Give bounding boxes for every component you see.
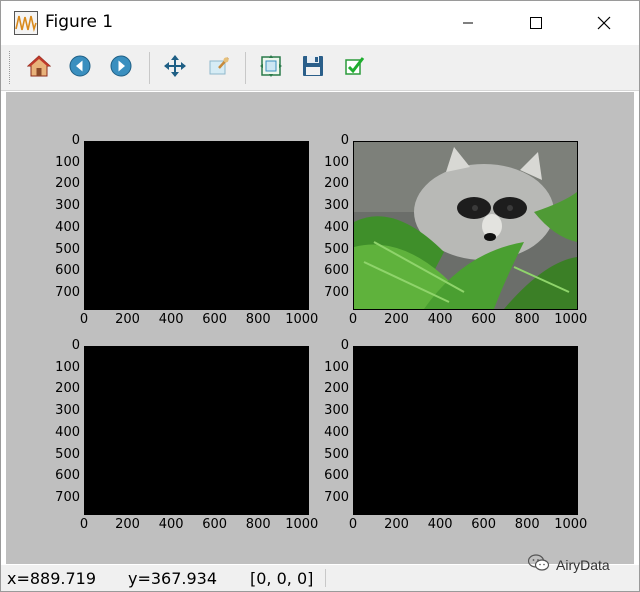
forward-arrow-icon — [109, 54, 133, 82]
y-tick-label: 400 — [324, 219, 349, 235]
x-tick-label: 0 — [79, 517, 89, 532]
image-black[interactable] — [353, 346, 578, 515]
y-tick-label: 700 — [55, 285, 80, 301]
y-tick-label: 300 — [324, 403, 349, 419]
x-tick-label: 1000 — [285, 312, 319, 327]
x-tick-label: 800 — [245, 312, 271, 327]
figure-canvas[interactable]: 0 100 200 300 400 500 600 700 0 200 400 600 800 1000 — [6, 92, 634, 564]
close-icon — [597, 16, 611, 30]
status-separator — [325, 569, 326, 587]
maximize-button[interactable] — [513, 1, 559, 45]
y-tick-label: 700 — [324, 285, 349, 301]
figure-window: Figure 1 0 100 200 300 400 500 600 700 0… — [0, 0, 640, 592]
raccoon-face-image — [354, 142, 577, 309]
y-tick-label: 500 — [55, 446, 80, 462]
navigation-toolbar — [1, 45, 639, 91]
x-tick-label: 800 — [514, 517, 540, 532]
y-tick-label: 500 — [324, 446, 349, 462]
x-tick-label: 600 — [471, 517, 497, 532]
y-tick-label: 300 — [55, 198, 80, 214]
pan-move-icon — [163, 54, 187, 82]
zoom-button[interactable] — [203, 52, 235, 84]
y-tick-label: 700 — [55, 490, 80, 506]
close-button[interactable] — [581, 1, 627, 45]
y-tick-label: 700 — [324, 490, 349, 506]
forward-button[interactable] — [105, 52, 137, 84]
y-tick-label: 600 — [55, 263, 80, 279]
x-tick-label: 200 — [384, 517, 409, 532]
toolbar-separator — [245, 52, 246, 84]
x-tick-label: 200 — [115, 517, 140, 532]
image-black[interactable] — [84, 141, 309, 310]
y-tick-label: 0 — [71, 133, 80, 148]
watermark-text: AiryData — [556, 557, 610, 573]
x-tick-label: 600 — [471, 312, 497, 327]
x-tick-label: 1000 — [554, 517, 588, 532]
matplotlib-figure-icon — [14, 11, 38, 35]
save-floppy-icon — [301, 54, 325, 82]
x-tick-label: 0 — [348, 517, 358, 532]
x-tick-label: 600 — [202, 312, 228, 327]
window-title: Figure 1 — [45, 12, 114, 32]
image-raccoon[interactable] — [353, 141, 578, 310]
y-tick-label: 0 — [340, 338, 349, 353]
x-tick-label: 600 — [202, 517, 228, 532]
y-tick-label: 500 — [324, 241, 349, 257]
toolbar-separator — [149, 52, 150, 84]
y-tick-label: 400 — [55, 219, 80, 235]
x-tick-label: 0 — [79, 312, 89, 327]
maximize-icon — [529, 16, 543, 30]
x-tick-label: 400 — [158, 517, 184, 532]
cursor-y-readout: y=367.934 — [128, 569, 218, 588]
pan-button[interactable] — [159, 52, 191, 84]
y-tick-label: 0 — [71, 338, 80, 353]
cursor-x-readout: x=889.719 — [7, 569, 97, 588]
y-tick-label: 100 — [324, 359, 349, 375]
x-tick-label: 1000 — [285, 517, 319, 532]
toolbar-grip[interactable] — [9, 51, 13, 84]
x-tick-label: 1000 — [554, 312, 588, 327]
y-tick-label: 100 — [324, 154, 349, 170]
edit-button[interactable] — [339, 52, 371, 84]
x-tick-label: 0 — [348, 312, 358, 327]
back-button[interactable] — [64, 52, 96, 84]
minimize-icon — [462, 17, 474, 29]
save-button[interactable] — [297, 52, 329, 84]
y-tick-label: 200 — [55, 381, 80, 397]
x-tick-label: 400 — [427, 312, 453, 327]
y-tick-label: 600 — [324, 468, 349, 484]
y-tick-label: 200 — [55, 176, 80, 192]
x-tick-label: 400 — [427, 517, 453, 532]
y-tick-label: 100 — [55, 359, 80, 375]
x-tick-label: 800 — [245, 517, 271, 532]
y-tick-label: 0 — [340, 133, 349, 148]
edit-checkmark-icon — [343, 54, 367, 82]
title-bar[interactable]: Figure 1 — [1, 1, 639, 45]
y-tick-label: 300 — [55, 403, 80, 419]
x-tick-label: 800 — [514, 312, 540, 327]
y-tick-label: 100 — [55, 154, 80, 170]
back-arrow-icon — [68, 54, 92, 82]
y-tick-label: 600 — [324, 263, 349, 279]
watermark: AiryData — [527, 554, 610, 576]
x-tick-label: 200 — [115, 312, 140, 327]
x-tick-label: 400 — [158, 312, 184, 327]
y-tick-label: 500 — [55, 241, 80, 257]
y-tick-label: 300 — [324, 198, 349, 214]
x-tick-label: 200 — [384, 312, 409, 327]
home-icon — [26, 54, 52, 82]
y-tick-label: 600 — [55, 468, 80, 484]
y-tick-label: 200 — [324, 176, 349, 192]
minimize-button[interactable] — [445, 1, 491, 45]
zoom-rect-icon — [207, 54, 231, 82]
image-black[interactable] — [84, 346, 309, 515]
home-button[interactable] — [23, 52, 55, 84]
subplots-button[interactable] — [255, 52, 287, 84]
y-tick-label: 400 — [55, 424, 80, 440]
pixel-value-readout: [0, 0, 0] — [250, 569, 314, 588]
y-tick-label: 200 — [324, 381, 349, 397]
y-tick-label: 400 — [324, 424, 349, 440]
wechat-icon — [527, 554, 550, 576]
configure-subplots-icon — [259, 54, 283, 82]
